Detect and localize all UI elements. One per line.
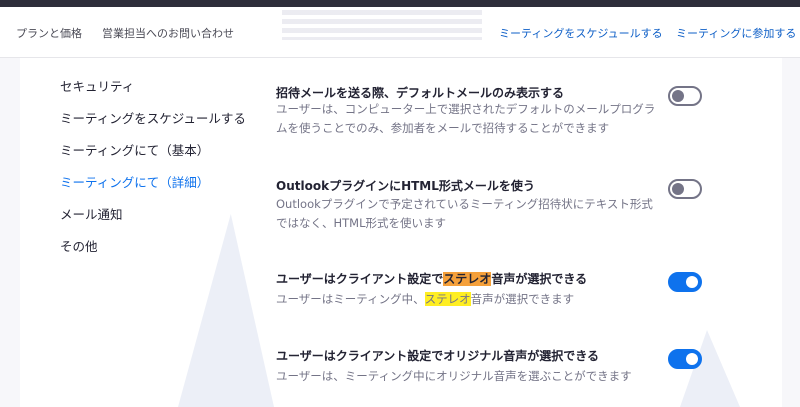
sidebar-item-email-notification[interactable]: メール通知 xyxy=(60,204,123,223)
background-decoration xyxy=(178,214,274,407)
setting-title-original-audio: ユーザーはクライアント設定でオリジナル音声が選択できる xyxy=(276,349,600,363)
toggle-knob xyxy=(686,353,698,365)
setting-desc-html-email: Outlookプラグインで予定されているミーティング招待状にテキスト形式ではなく… xyxy=(276,197,653,230)
top-bar xyxy=(0,0,800,7)
sidebar-item-security[interactable]: セキュリティ xyxy=(60,76,134,95)
title-text: 音声が選択できる xyxy=(491,272,588,286)
schedule-meeting-link[interactable]: ミーティングをスケジュールする xyxy=(499,25,663,41)
setting-title-stereo-audio: ユーザーはクライアント設定でステレオ音声が選択できる xyxy=(276,270,587,287)
setting-desc-original-audio: ユーザーは、ミーティング中にオリジナル音声を選ぶことができます xyxy=(276,369,632,383)
original-audio-toggle[interactable] xyxy=(668,349,702,369)
sidebar-item-schedule-meeting[interactable]: ミーティングをスケジュールする xyxy=(60,108,246,127)
sidebar-item-other[interactable]: その他 xyxy=(60,236,98,255)
stereo-audio-toggle[interactable] xyxy=(668,272,702,292)
setting-desc-default-email: ユーザーは、コンピューター上で選択されたデフォルトのメールプログラムを使うことで… xyxy=(276,102,656,135)
desc-text: ユーザーはミーティング中、 xyxy=(276,292,425,306)
setting-desc-stereo-audio: ユーザーはミーティング中、ステレオ音声が選択できます xyxy=(276,290,656,309)
contact-sales-link[interactable]: 営業担当へのお問い合わせ xyxy=(102,25,234,41)
header-faded-text xyxy=(282,10,482,40)
join-meeting-link[interactable]: ミーティングに参加する xyxy=(676,25,796,41)
search-highlight: ステレオ xyxy=(443,272,492,286)
sidebar-item-in-meeting-advanced[interactable]: ミーティングにて（詳細） xyxy=(60,172,209,191)
default-email-toggle[interactable] xyxy=(668,86,702,106)
header: プランと価格 営業担当へのお問い合わせ ミーティングをスケジュールする ミーティ… xyxy=(0,7,800,58)
toggle-knob xyxy=(686,276,698,288)
sidebar-item-in-meeting-basic[interactable]: ミーティングにて（基本） xyxy=(60,140,209,159)
title-text: ユーザーはクライアント設定で xyxy=(276,272,444,286)
html-email-toggle[interactable] xyxy=(668,179,702,199)
desc-text: 音声が選択できます xyxy=(470,292,575,306)
toggle-knob xyxy=(672,183,684,195)
toggle-knob xyxy=(672,90,684,102)
setting-title-default-email: 招待メールを送る際、デフォルトメールのみ表示する xyxy=(276,86,565,100)
setting-title-html-email: OutlookプラグインにHTML形式メールを使う xyxy=(276,179,535,193)
plans-pricing-link[interactable]: プランと価格 xyxy=(16,25,82,41)
search-highlight: ステレオ xyxy=(424,292,471,306)
